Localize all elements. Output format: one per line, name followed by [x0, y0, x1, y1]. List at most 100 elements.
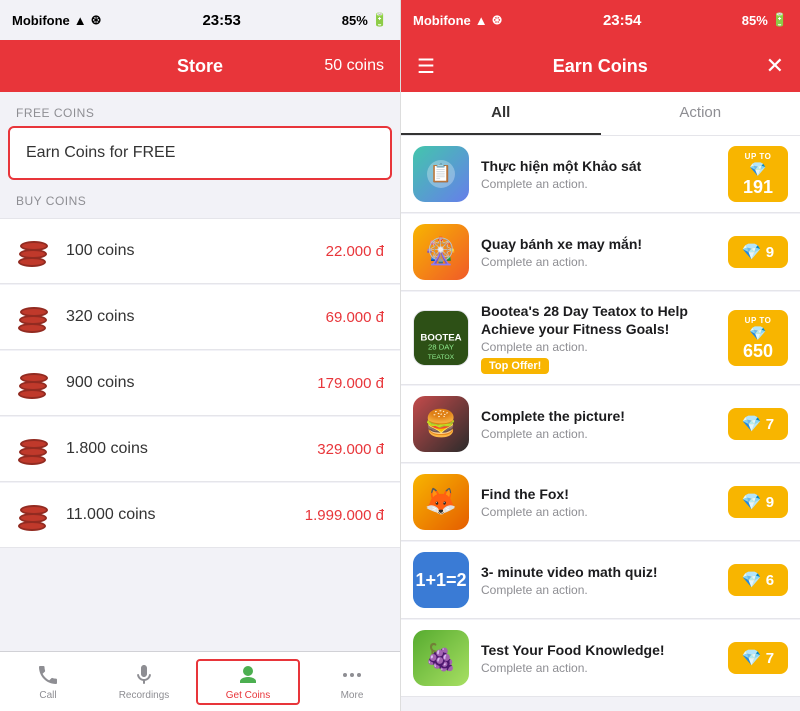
coin-amount-4: 11.000 coins	[66, 506, 291, 524]
offer-row-2[interactable]: 🎡 Quay bánh xe may mắn! Complete an acti…	[401, 214, 800, 291]
offer-title-3: Bootea's 28 Day Teatox to Help Achieve y…	[481, 302, 716, 338]
offer-reward-2: 💎 9	[728, 236, 788, 268]
wheel-icon: 🎡	[423, 234, 459, 270]
right-header-title: Earn Coins	[435, 56, 766, 77]
reward-diamond-4: 💎	[742, 414, 762, 434]
offer-icon-3: BOOTEA 28 DAY TEATOX	[413, 310, 469, 366]
more-icon	[340, 663, 364, 687]
right-wifi-icon: ⊛	[492, 12, 503, 28]
offer-subtitle-6: Complete an action.	[481, 583, 716, 597]
offer-title-7: Test Your Food Knowledge!	[481, 641, 716, 659]
nav-more[interactable]: More	[304, 663, 400, 701]
offer-icon-4: 🍔	[413, 396, 469, 452]
nav-more-label: More	[341, 690, 364, 701]
offer-title-5: Find the Fox!	[481, 485, 716, 503]
offer-reward-5: 💎 9	[728, 486, 788, 518]
offer-row-6[interactable]: 1+1=2 3- minute video math quiz! Complet…	[401, 542, 800, 619]
svg-text:TEATOX: TEATOX	[428, 354, 455, 361]
right-signal-icon: ▲	[475, 13, 488, 28]
offer-icon-7: 🍇	[413, 630, 469, 686]
reward-value-6: 6	[766, 572, 774, 589]
left-signal-icon: ▲	[74, 13, 87, 28]
earn-coins-text: Earn Coins for FREE	[26, 144, 175, 161]
close-icon[interactable]: ✕	[766, 53, 784, 79]
offer-title-1: Thực hiện một Khảo sát	[481, 157, 716, 175]
offer-subtitle-7: Complete an action.	[481, 661, 716, 675]
offer-subtitle-4: Complete an action.	[481, 427, 716, 441]
picture-icon: 🍔	[423, 406, 459, 442]
left-battery-pct: 85%	[342, 13, 368, 28]
offer-info-7: Test Your Food Knowledge! Complete an ac…	[481, 641, 716, 675]
buy-coins-label: BUY COINS	[0, 180, 400, 214]
offer-subtitle-2: Complete an action.	[481, 255, 716, 269]
reward-btn-7[interactable]: 💎 7	[728, 642, 788, 674]
fox-icon: 🦊	[423, 484, 459, 520]
coin-amount-0: 100 coins	[66, 242, 312, 260]
coin-icon-1	[16, 299, 52, 335]
nav-get-coins-label: Get Coins	[226, 690, 270, 701]
offer-row-4[interactable]: 🍔 Complete the picture! Complete an acti…	[401, 386, 800, 463]
buy-coins-row-4[interactable]: 11.000 coins 1.999.000 đ	[0, 483, 400, 548]
nav-call[interactable]: Call	[0, 663, 96, 701]
food-icon: 🍇	[423, 640, 459, 676]
buy-coins-row-0[interactable]: 100 coins 22.000 đ	[0, 218, 400, 284]
right-battery-pct: 85%	[742, 13, 768, 28]
tab-all-label: All	[491, 104, 510, 121]
left-status-left: Mobifone ▲ ⊛	[12, 12, 102, 28]
svg-text:🍇: 🍇	[425, 642, 457, 673]
offer-row-1[interactable]: 📋 Thực hiện một Khảo sát Complete an act…	[401, 136, 800, 213]
offer-reward-3: UP TO 💎 650	[728, 310, 788, 366]
math-icon: 1+1=2	[413, 552, 469, 608]
left-battery-icon: 🔋	[372, 12, 388, 28]
reward-diamond-5: 💎	[742, 492, 762, 512]
left-carrier: Mobifone	[12, 13, 70, 28]
reward-btn-1[interactable]: UP TO 💎 191	[728, 146, 788, 202]
buy-coins-row-2[interactable]: 900 coins 179.000 đ	[0, 351, 400, 416]
tab-action[interactable]: Action	[601, 92, 800, 135]
svg-text:📋: 📋	[430, 162, 452, 183]
reward-btn-3[interactable]: UP TO 💎 650	[728, 310, 788, 366]
svg-text:🦊: 🦊	[425, 486, 457, 516]
offer-icon-2: 🎡	[413, 224, 469, 280]
reward-btn-6[interactable]: 💎 6	[728, 564, 788, 596]
reward-btn-2[interactable]: 💎 9	[728, 236, 788, 268]
mic-icon	[132, 663, 156, 687]
offer-subtitle-1: Complete an action.	[481, 177, 716, 191]
offer-info-3: Bootea's 28 Day Teatox to Help Achieve y…	[481, 302, 716, 374]
right-status-bar: Mobifone ▲ ⊛ 23:54 85% 🔋	[401, 0, 800, 40]
offer-reward-1: UP TO 💎 191	[728, 146, 788, 202]
offer-title-6: 3- minute video math quiz!	[481, 563, 716, 581]
svg-text:🍔: 🍔	[425, 408, 457, 438]
offer-info-6: 3- minute video math quiz! Complete an a…	[481, 563, 716, 597]
buy-coins-row-1[interactable]: 320 coins 69.000 đ	[0, 285, 400, 350]
offer-row-3[interactable]: BOOTEA 28 DAY TEATOX Bootea's 28 Day Tea…	[401, 292, 800, 385]
survey-icon: 📋	[423, 156, 459, 192]
right-status-right: 85% 🔋	[742, 12, 788, 28]
right-time: 23:54	[603, 12, 641, 29]
bottom-nav: Call Recordings Get Coins More	[0, 651, 400, 711]
left-panel: Mobifone ▲ ⊛ 23:53 85% 🔋 Store 50 coins …	[0, 0, 400, 711]
offer-reward-4: 💎 7	[728, 408, 788, 440]
left-header: Store 50 coins	[0, 40, 400, 92]
buy-coins-row-3[interactable]: 1.800 coins 329.000 đ	[0, 417, 400, 482]
right-header: ☰ Earn Coins ✕	[401, 40, 800, 92]
reward-btn-5[interactable]: 💎 9	[728, 486, 788, 518]
coin-price-2: 179.000 đ	[317, 375, 384, 392]
svg-text:28 DAY: 28 DAY	[428, 343, 454, 352]
nav-get-coins[interactable]: Get Coins	[196, 659, 300, 705]
coin-price-1: 69.000 đ	[326, 309, 384, 326]
svg-text:1+1=2: 1+1=2	[415, 570, 466, 590]
earn-coins-button[interactable]: Earn Coins for FREE	[8, 126, 392, 180]
tab-all[interactable]: All	[401, 92, 601, 135]
coin-icon-3	[16, 431, 52, 467]
nav-recordings[interactable]: Recordings	[96, 663, 192, 701]
offer-row-5[interactable]: 🦊 Find the Fox! Complete an action. 💎 9	[401, 464, 800, 541]
coin-amount-1: 320 coins	[66, 308, 312, 326]
bootea-icon: BOOTEA 28 DAY TEATOX	[414, 310, 468, 366]
offer-info-1: Thực hiện một Khảo sát Complete an actio…	[481, 157, 716, 191]
free-coins-label: FREE COINS	[0, 92, 400, 126]
offer-row-7[interactable]: 🍇 Test Your Food Knowledge! Complete an …	[401, 620, 800, 697]
offers-list: 📋 Thực hiện một Khảo sát Complete an act…	[401, 136, 800, 711]
reward-btn-4[interactable]: 💎 7	[728, 408, 788, 440]
hamburger-icon[interactable]: ☰	[417, 54, 435, 79]
